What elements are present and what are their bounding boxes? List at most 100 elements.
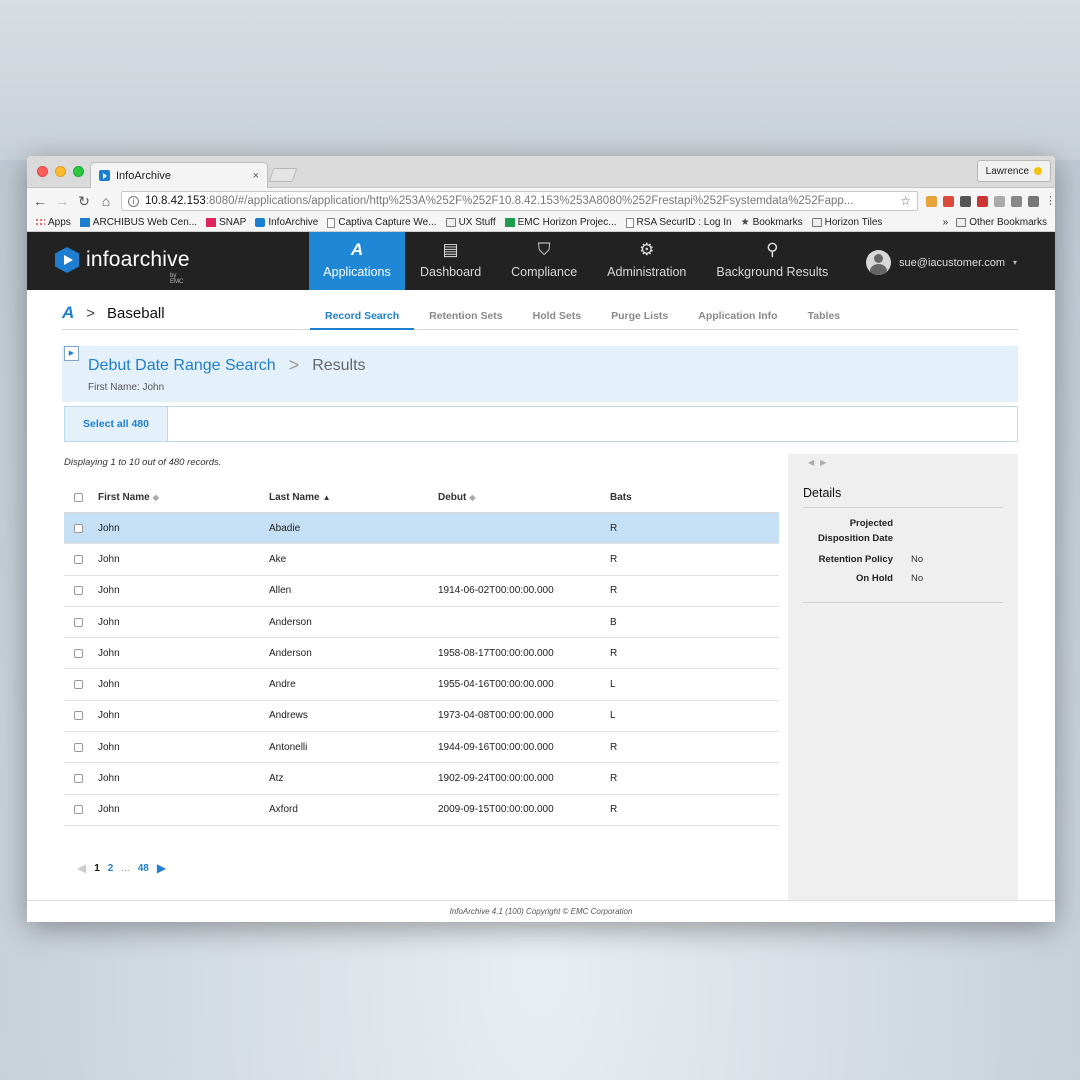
table-row[interactable]: John Allen 1914-06-02T00:00:00.000 R — [64, 576, 779, 607]
select-all-checkbox[interactable] — [74, 493, 83, 502]
infoarchive-logo[interactable]: infoarchive by EMC — [55, 247, 190, 285]
extension-key-icon[interactable] — [926, 195, 937, 207]
detail-value — [893, 516, 911, 546]
table-row[interactable]: John Abadie R — [64, 513, 779, 545]
search-name-link[interactable]: Debut Date Range Search — [88, 357, 276, 375]
row-checkbox[interactable] — [74, 523, 83, 533]
applications-icon[interactable]: A — [62, 303, 74, 323]
browser-menu-icon[interactable]: ⋮ — [1045, 195, 1055, 207]
table-row[interactable]: John Andre 1955-04-16T00:00:00.000 L — [64, 669, 779, 701]
bookmark-item[interactable]: Horizon Tiles — [811, 217, 882, 228]
table-row[interactable]: John Anderson B — [64, 607, 779, 639]
cell-last-name: Abadie — [269, 522, 301, 534]
profile-button[interactable]: Lawrence — [976, 160, 1051, 182]
minimize-window-button[interactable] — [55, 166, 66, 177]
table-row[interactable]: John Atz 1902-09-24T00:00:00.000 R — [64, 763, 779, 795]
table-row[interactable]: John Andrews 1973-04-08T00:00:00.000 L — [64, 701, 779, 733]
home-icon[interactable]: ⌂ — [99, 194, 113, 208]
detail-key: Retention Policy — [818, 554, 893, 565]
row-checkbox[interactable] — [74, 680, 83, 690]
nav-compliance[interactable]: ⛉ Compliance — [496, 232, 592, 290]
bookmarks-bar: Apps ARCHIBUS Web Cen... SNAP InfoArchiv… — [27, 214, 1055, 232]
applications-icon: A — [350, 240, 364, 259]
tab-record-search[interactable]: Record Search — [310, 290, 415, 330]
browser-tab-strip: InfoArchive × Lawrence — [27, 156, 1055, 188]
site-info-icon[interactable]: i — [128, 195, 139, 207]
table-row[interactable]: John Antonelli 1944-09-16T00:00:00.000 R — [64, 732, 779, 764]
row-checkbox[interactable] — [74, 742, 83, 752]
next-page-icon[interactable]: ▶ — [157, 861, 166, 875]
tab-tables[interactable]: Tables — [793, 290, 855, 330]
nav-administration[interactable]: ⚙ Administration — [592, 232, 701, 290]
nav-background-results[interactable]: ⚲ Background Results — [701, 232, 843, 290]
detail-field: On Hold No — [803, 571, 1003, 586]
extension-pocket-icon[interactable] — [943, 195, 954, 207]
new-tab-button[interactable] — [268, 168, 298, 182]
bookmark-item[interactable]: EMC Horizon Projec... — [504, 217, 617, 228]
bookmark-star-icon[interactable]: ☆ — [900, 194, 911, 208]
forward-arrow-icon[interactable]: → — [55, 194, 69, 208]
nav-label: Dashboard — [420, 265, 482, 279]
expand-panel-icon[interactable]: ▶ — [64, 346, 79, 361]
bookmark-item[interactable]: UX Stuff — [445, 217, 496, 228]
row-checkbox[interactable] — [74, 711, 83, 721]
other-bookmarks[interactable]: Other Bookmarks — [956, 217, 1047, 228]
select-all-button[interactable]: Select all 480 — [65, 407, 168, 441]
nav-applications[interactable]: A Applications — [309, 232, 405, 290]
column-label: Last Name — [269, 492, 320, 503]
bookmark-item[interactable]: InfoArchive — [255, 217, 318, 228]
table-row[interactable]: John Axford 2009-09-15T00:00:00.000 R — [64, 795, 779, 826]
bookmark-item[interactable]: ★ Bookmarks — [741, 217, 803, 228]
extension-window-icon[interactable] — [1011, 195, 1022, 207]
detail-key: Projected Disposition Date — [818, 518, 893, 544]
bookmark-item[interactable]: Apps — [35, 217, 71, 228]
reload-icon[interactable]: ↻ — [77, 194, 91, 208]
cell-first-name: John — [98, 710, 120, 722]
user-menu[interactable]: sue@iacustomer.com ▾ — [866, 250, 1017, 275]
details-title: Details — [803, 486, 842, 500]
column-header-first-name[interactable]: First Name ◆ — [98, 492, 269, 503]
table-row[interactable]: John Ake R — [64, 544, 779, 576]
row-checkbox[interactable] — [74, 554, 83, 564]
cast-icon[interactable] — [1028, 195, 1039, 207]
bookmark-item[interactable]: ARCHIBUS Web Cen... — [79, 217, 197, 228]
column-header-bats[interactable]: Bats — [610, 492, 770, 503]
page-link[interactable]: 2 — [108, 863, 114, 874]
maximize-window-button[interactable] — [73, 166, 84, 177]
column-header-debut[interactable]: Debut ◆ — [438, 492, 610, 503]
table-row[interactable]: John Anderson 1958-08-17T00:00:00.000 R — [64, 638, 779, 670]
profile-name: Lawrence — [985, 165, 1029, 177]
tab-retention-sets[interactable]: Retention Sets — [414, 290, 518, 330]
cell-last-name: Antonelli — [269, 741, 308, 753]
bookmark-item[interactable]: RSA SecurID : Log In — [625, 217, 732, 228]
tab-application-info[interactable]: Application Info — [683, 290, 792, 330]
tab-close-icon[interactable]: × — [253, 170, 259, 182]
cell-bats: L — [610, 679, 616, 691]
search-breadcrumb: Debut Date Range Search > Results — [88, 355, 366, 376]
extension-reader-icon[interactable] — [994, 195, 1005, 207]
bookmark-item[interactable]: SNAP — [206, 217, 246, 228]
panel-nav-arrows-icon[interactable]: ◀▶ — [808, 458, 832, 467]
bookmark-item[interactable]: Captiva Capture We... — [327, 217, 437, 228]
row-checkbox[interactable] — [74, 805, 83, 815]
back-arrow-icon[interactable]: ← — [33, 194, 47, 208]
extension-lastpass-icon[interactable] — [977, 195, 988, 207]
extension-puzzle-icon[interactable] — [960, 195, 971, 207]
browser-tab[interactable]: InfoArchive × — [90, 162, 268, 188]
row-checkbox[interactable] — [74, 617, 83, 627]
row-checkbox[interactable] — [74, 774, 83, 784]
cell-bats: R — [610, 647, 618, 659]
row-checkbox[interactable] — [74, 586, 83, 596]
address-bar[interactable]: i 10.8.42.153:8080/#/applications/applic… — [121, 191, 918, 211]
close-window-button[interactable] — [37, 166, 48, 177]
last-page-link[interactable]: 48 — [138, 863, 149, 874]
bookmarks-overflow-button[interactable]: » — [943, 217, 949, 228]
row-checkbox[interactable] — [74, 648, 83, 658]
column-header-last-name[interactable]: Last Name ▲ — [269, 492, 438, 503]
cell-debut: 1973-04-08T00:00:00.000 — [438, 710, 554, 722]
pagination: ◀ 1 2 ... 48 ▶ — [77, 861, 166, 875]
tab-purge-lists[interactable]: Purge Lists — [596, 290, 683, 330]
tab-hold-sets[interactable]: Hold Sets — [518, 290, 596, 330]
previous-page-icon[interactable]: ◀ — [77, 861, 86, 875]
nav-dashboard[interactable]: ▤ Dashboard — [405, 232, 496, 290]
